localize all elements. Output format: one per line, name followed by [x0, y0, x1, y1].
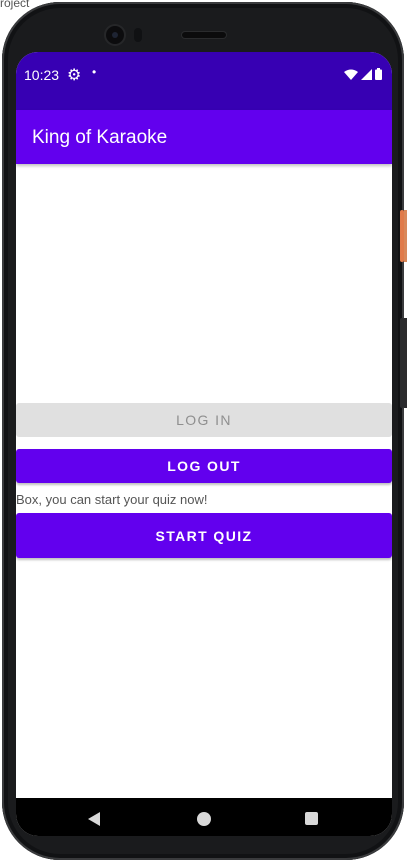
status-time: 10:23: [24, 67, 60, 83]
power-button: [400, 210, 404, 262]
volume-button: [400, 318, 404, 408]
gear-icon: ⚙: [67, 67, 82, 84]
start-quiz-button[interactable]: START QUIZ: [16, 513, 392, 558]
welcome-message: Box, you can start your quiz now!: [16, 492, 208, 507]
front-camera: [106, 26, 124, 44]
battery-icon: [375, 68, 382, 80]
recents-icon[interactable]: [305, 812, 318, 825]
status-bar: 10:23 ⚙ •: [16, 52, 392, 110]
proximity-sensor: [134, 28, 142, 42]
signal-icon: [361, 68, 372, 80]
earpiece-speaker: [182, 32, 226, 38]
logout-button[interactable]: LOG OUT: [16, 449, 392, 483]
back-icon[interactable]: [88, 812, 100, 826]
notification-dot-icon: •: [92, 65, 97, 79]
home-icon[interactable]: [197, 812, 211, 826]
navigation-bar: [16, 798, 392, 836]
app-bar: King of Karaoke: [16, 110, 392, 164]
phone-frame: 10:23 ⚙ • King of Karaoke LOG IN LOG OUT: [2, 2, 404, 860]
app-title: King of Karaoke: [32, 127, 168, 148]
status-indicators: [344, 68, 382, 80]
wifi-icon: [344, 69, 358, 80]
login-button[interactable]: LOG IN: [16, 403, 392, 437]
device-screen: 10:23 ⚙ • King of Karaoke LOG IN LOG OUT: [16, 52, 392, 836]
background-project-label: roject: [0, 0, 30, 10]
